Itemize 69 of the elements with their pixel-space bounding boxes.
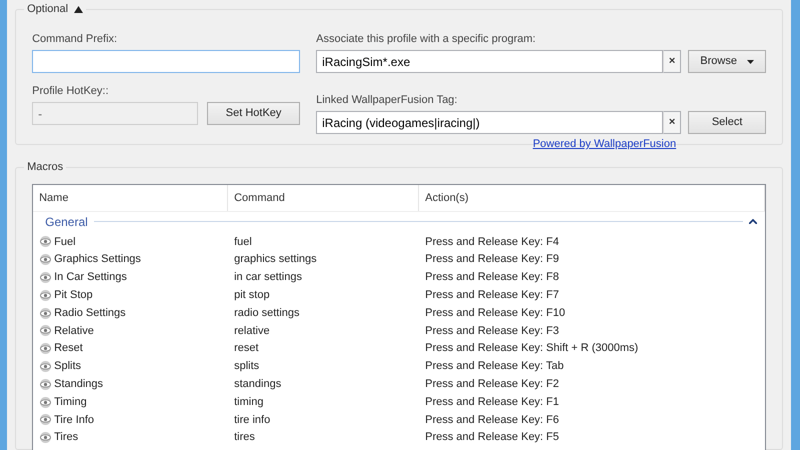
eye-icon bbox=[39, 236, 52, 248]
caret-icon[interactable] bbox=[746, 60, 754, 64]
macro-name: Graphics Settings bbox=[54, 252, 141, 268]
column-header[interactable]: Command bbox=[228, 185, 420, 211]
macro-name: In Car Settings bbox=[54, 270, 127, 286]
macro-action: Press and Release Key: F8 bbox=[425, 271, 560, 284]
eye-icon bbox=[39, 254, 52, 266]
macro-command: pit stop bbox=[234, 289, 270, 302]
eye-icon bbox=[39, 432, 52, 444]
macro-action: Press and Release Key: F10 bbox=[425, 306, 566, 319]
macro-name: Tire Info bbox=[54, 412, 94, 428]
column-header[interactable]: Name bbox=[33, 185, 228, 211]
macro-action: Press and Release Key: F6 bbox=[425, 414, 560, 426]
macro-action: Press and Release Key: Shift + R (3000ms) bbox=[425, 342, 638, 354]
eye-icon bbox=[39, 272, 52, 283]
macro-command: timing bbox=[234, 396, 264, 408]
collapse-arrow-icon[interactable] bbox=[74, 6, 84, 12]
eye-icon bbox=[39, 343, 52, 354]
macro-action: Press and Release Key: F9 bbox=[425, 253, 560, 266]
macro-command: radio settings bbox=[234, 306, 300, 319]
macro-action: Press and Release Key: F4 bbox=[425, 236, 560, 248]
macro-action: Press and Release Key: F3 bbox=[425, 324, 560, 337]
macro-command: reset bbox=[234, 342, 259, 354]
macro-command: relative bbox=[234, 324, 270, 337]
collapse-chevron-icon[interactable] bbox=[749, 219, 758, 224]
macro-action: Press and Release Key: F7 bbox=[425, 289, 560, 302]
select-button[interactable]: Select bbox=[688, 111, 766, 134]
program-field[interactable]: iRacingSim*.exe bbox=[316, 50, 664, 73]
column-header[interactable]: Action(s) bbox=[419, 185, 766, 211]
field-label: Profile HotKey:: bbox=[32, 84, 110, 98]
macro-command: fuel bbox=[234, 236, 252, 248]
eye-icon bbox=[39, 290, 52, 301]
macro-name: Fuel bbox=[54, 234, 76, 250]
field-label: Command Prefix: bbox=[32, 32, 118, 46]
powered-by-link[interactable]: Powered by WallpaperFusion bbox=[532, 136, 676, 152]
eye-icon bbox=[39, 378, 52, 390]
macro-name: Splits bbox=[54, 359, 82, 374]
macro-action: Press and Release Key: Tab bbox=[425, 360, 564, 372]
macro-action: Press and Release Key: F1 bbox=[425, 396, 560, 408]
macro-command: standings bbox=[234, 378, 282, 390]
group-title: Macros bbox=[27, 160, 64, 174]
macro-command: graphics settings bbox=[234, 253, 317, 266]
macro-action: Press and Release Key: F2 bbox=[425, 378, 560, 390]
command-prefix-field[interactable] bbox=[32, 50, 300, 73]
macro-name: Timing bbox=[54, 394, 87, 410]
eye-icon bbox=[39, 308, 52, 319]
macro-action: Press and Release Key: F5 bbox=[425, 431, 560, 444]
macro-command: splits bbox=[234, 360, 260, 372]
group-title: General bbox=[45, 214, 88, 230]
field-label: Associate this profile with a specific program: bbox=[316, 32, 537, 46]
field-label: Linked WallpaperFusion Tag: bbox=[316, 93, 458, 107]
macro-name: Reset bbox=[54, 341, 83, 356]
macro-command: tire info bbox=[234, 414, 270, 426]
wallpaper-tag-field[interactable]: iRacing (videogames|iracing|) bbox=[316, 111, 664, 134]
macro-name: Pit Stop bbox=[54, 288, 93, 304]
clear-button[interactable]: × bbox=[663, 111, 682, 134]
macro-command: tires bbox=[234, 431, 255, 444]
clear-button[interactable]: × bbox=[663, 50, 682, 73]
group-title: Optional bbox=[27, 2, 68, 16]
eye-icon bbox=[39, 414, 52, 426]
eye-icon bbox=[39, 396, 52, 408]
eye-icon bbox=[39, 325, 52, 336]
eye-icon bbox=[39, 360, 52, 372]
macro-name: Radio Settings bbox=[54, 306, 126, 321]
browse-button[interactable]: Browse bbox=[688, 50, 766, 73]
macro-name: Standings bbox=[54, 377, 104, 392]
macro-name: Tires bbox=[54, 430, 78, 446]
macro-name: Relative bbox=[54, 324, 94, 339]
macro-command: in car settings bbox=[234, 271, 302, 284]
